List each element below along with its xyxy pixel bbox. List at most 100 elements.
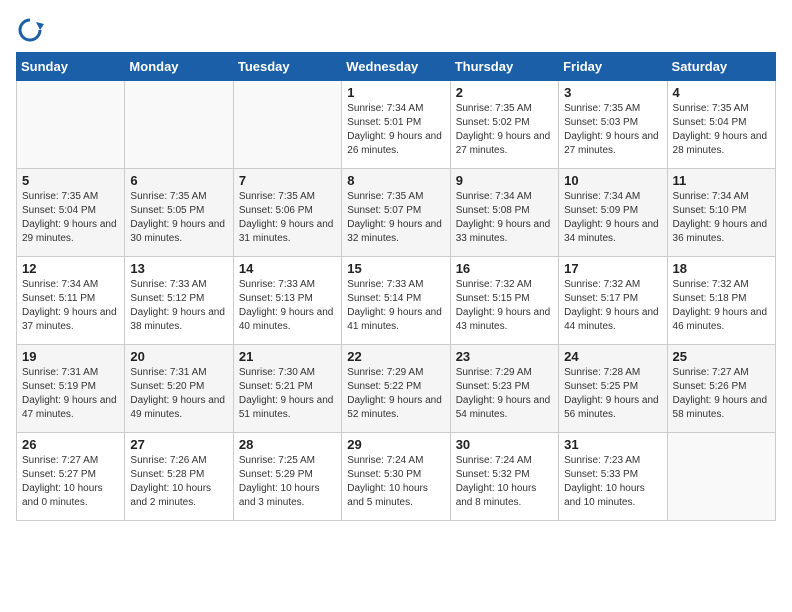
weekday-header: Wednesday	[342, 53, 450, 81]
day-number: 16	[456, 261, 553, 276]
calendar-cell: 6 Sunrise: 7:35 AM Sunset: 5:05 PM Daylig…	[125, 169, 233, 257]
calendar-week-row: 12Sunrise: 7:34 AM Sunset: 5:11 PM Dayli…	[17, 257, 776, 345]
day-number: 22	[347, 349, 444, 364]
cell-info: Sunrise: 7:32 AM Sunset: 5:15 PM Dayligh…	[456, 278, 553, 334]
calendar-cell: 29 Sunrise: 7:24 AM Sunset: 5:30 PM Dayli…	[342, 433, 450, 521]
calendar-cell: 14Sunrise: 7:33 AM Sunset: 5:13 PM Dayli…	[233, 257, 341, 345]
page-header	[16, 16, 776, 44]
day-number: 17	[564, 261, 661, 276]
cell-info: Sunrise: 7:35 AM Sunset: 5:02 PM Dayligh…	[456, 102, 553, 158]
cell-info: Sunrise: 7:32 AM Sunset: 5:17 PM Dayligh…	[564, 278, 661, 334]
cell-info: Sunrise: 7:32 AM Sunset: 5:18 PM Dayligh…	[673, 278, 770, 334]
cell-info: Sunrise: 7:30 AM Sunset: 5:21 PM Dayligh…	[239, 366, 336, 422]
calendar-cell: 11Sunrise: 7:34 AM Sunset: 5:10 PM Dayli…	[667, 169, 775, 257]
day-number: 4	[673, 85, 770, 100]
cell-info: Sunrise: 7:27 AM Sunset: 5:27 PM Dayligh…	[22, 454, 119, 510]
logo-icon	[16, 16, 44, 44]
cell-info: Sunrise: 7:33 AM Sunset: 5:14 PM Dayligh…	[347, 278, 444, 334]
calendar-cell: 9 Sunrise: 7:34 AM Sunset: 5:08 PM Daylig…	[450, 169, 558, 257]
weekday-header: Sunday	[17, 53, 125, 81]
calendar-week-row: 1 Sunrise: 7:34 AM Sunset: 5:01 PM Daylig…	[17, 81, 776, 169]
day-number: 27	[130, 437, 227, 452]
calendar-cell: 3 Sunrise: 7:35 AM Sunset: 5:03 PM Daylig…	[559, 81, 667, 169]
weekday-header: Tuesday	[233, 53, 341, 81]
weekday-header: Saturday	[667, 53, 775, 81]
day-number: 1	[347, 85, 444, 100]
calendar-cell	[233, 81, 341, 169]
day-number: 23	[456, 349, 553, 364]
weekday-header: Friday	[559, 53, 667, 81]
calendar-cell: 10 Sunrise: 7:34 AM Sunset: 5:09 PM Dayli…	[559, 169, 667, 257]
day-number: 13	[130, 261, 227, 276]
cell-info: Sunrise: 7:34 AM Sunset: 5:08 PM Dayligh…	[456, 190, 553, 246]
cell-info: Sunrise: 7:25 AM Sunset: 5:29 PM Dayligh…	[239, 454, 336, 510]
day-number: 21	[239, 349, 336, 364]
day-number: 3	[564, 85, 661, 100]
day-number: 2	[456, 85, 553, 100]
cell-info: Sunrise: 7:35 AM Sunset: 5:06 PM Dayligh…	[239, 190, 336, 246]
day-number: 15	[347, 261, 444, 276]
calendar-cell	[17, 81, 125, 169]
day-number: 19	[22, 349, 119, 364]
calendar-cell: 7 Sunrise: 7:35 AM Sunset: 5:06 PM Daylig…	[233, 169, 341, 257]
day-number: 9	[456, 173, 553, 188]
calendar-cell: 16 Sunrise: 7:32 AM Sunset: 5:15 PM Dayli…	[450, 257, 558, 345]
day-number: 10	[564, 173, 661, 188]
day-number: 6	[130, 173, 227, 188]
calendar-cell: 25 Sunrise: 7:27 AM Sunset: 5:26 PM Dayli…	[667, 345, 775, 433]
calendar-cell: 19 Sunrise: 7:31 AM Sunset: 5:19 PM Dayli…	[17, 345, 125, 433]
calendar-cell: 15 Sunrise: 7:33 AM Sunset: 5:14 PM Dayli…	[342, 257, 450, 345]
day-number: 24	[564, 349, 661, 364]
day-number: 20	[130, 349, 227, 364]
calendar-cell: 26 Sunrise: 7:27 AM Sunset: 5:27 PM Dayli…	[17, 433, 125, 521]
cell-info: Sunrise: 7:31 AM Sunset: 5:19 PM Dayligh…	[22, 366, 119, 422]
cell-info: Sunrise: 7:26 AM Sunset: 5:28 PM Dayligh…	[130, 454, 227, 510]
calendar-cell: 24 Sunrise: 7:28 AM Sunset: 5:25 PM Dayli…	[559, 345, 667, 433]
day-number: 25	[673, 349, 770, 364]
calendar-cell: 27 Sunrise: 7:26 AM Sunset: 5:28 PM Dayli…	[125, 433, 233, 521]
cell-info: Sunrise: 7:23 AM Sunset: 5:33 PM Dayligh…	[564, 454, 661, 510]
calendar-cell	[125, 81, 233, 169]
cell-info: Sunrise: 7:24 AM Sunset: 5:32 PM Dayligh…	[456, 454, 553, 510]
cell-info: Sunrise: 7:24 AM Sunset: 5:30 PM Dayligh…	[347, 454, 444, 510]
day-number: 8	[347, 173, 444, 188]
cell-info: Sunrise: 7:33 AM Sunset: 5:12 PM Dayligh…	[130, 278, 227, 334]
calendar-cell: 5Sunrise: 7:35 AM Sunset: 5:04 PM Daylig…	[17, 169, 125, 257]
calendar-week-row: 5Sunrise: 7:35 AM Sunset: 5:04 PM Daylig…	[17, 169, 776, 257]
day-number: 18	[673, 261, 770, 276]
cell-info: Sunrise: 7:35 AM Sunset: 5:04 PM Dayligh…	[673, 102, 770, 158]
calendar-cell: 28Sunrise: 7:25 AM Sunset: 5:29 PM Dayli…	[233, 433, 341, 521]
cell-info: Sunrise: 7:31 AM Sunset: 5:20 PM Dayligh…	[130, 366, 227, 422]
calendar-cell: 20 Sunrise: 7:31 AM Sunset: 5:20 PM Dayli…	[125, 345, 233, 433]
day-number: 26	[22, 437, 119, 452]
cell-info: Sunrise: 7:35 AM Sunset: 5:07 PM Dayligh…	[347, 190, 444, 246]
day-number: 7	[239, 173, 336, 188]
calendar-week-row: 19 Sunrise: 7:31 AM Sunset: 5:19 PM Dayli…	[17, 345, 776, 433]
cell-info: Sunrise: 7:35 AM Sunset: 5:04 PM Dayligh…	[22, 190, 119, 246]
logo	[16, 16, 48, 44]
cell-info: Sunrise: 7:35 AM Sunset: 5:03 PM Dayligh…	[564, 102, 661, 158]
cell-info: Sunrise: 7:34 AM Sunset: 5:11 PM Dayligh…	[22, 278, 119, 334]
calendar-cell	[667, 433, 775, 521]
cell-info: Sunrise: 7:29 AM Sunset: 5:22 PM Dayligh…	[347, 366, 444, 422]
day-number: 14	[239, 261, 336, 276]
day-number: 29	[347, 437, 444, 452]
weekday-header: Monday	[125, 53, 233, 81]
cell-info: Sunrise: 7:34 AM Sunset: 5:09 PM Dayligh…	[564, 190, 661, 246]
calendar-cell: 4 Sunrise: 7:35 AM Sunset: 5:04 PM Daylig…	[667, 81, 775, 169]
calendar-header: SundayMondayTuesdayWednesdayThursdayFrid…	[17, 53, 776, 81]
calendar-cell: 2 Sunrise: 7:35 AM Sunset: 5:02 PM Daylig…	[450, 81, 558, 169]
day-number: 11	[673, 173, 770, 188]
cell-info: Sunrise: 7:27 AM Sunset: 5:26 PM Dayligh…	[673, 366, 770, 422]
calendar-cell: 22 Sunrise: 7:29 AM Sunset: 5:22 PM Dayli…	[342, 345, 450, 433]
calendar-cell: 12Sunrise: 7:34 AM Sunset: 5:11 PM Dayli…	[17, 257, 125, 345]
cell-info: Sunrise: 7:35 AM Sunset: 5:05 PM Dayligh…	[130, 190, 227, 246]
cell-info: Sunrise: 7:34 AM Sunset: 5:01 PM Dayligh…	[347, 102, 444, 158]
calendar-cell: 17 Sunrise: 7:32 AM Sunset: 5:17 PM Dayli…	[559, 257, 667, 345]
calendar-week-row: 26 Sunrise: 7:27 AM Sunset: 5:27 PM Dayli…	[17, 433, 776, 521]
calendar-cell: 31Sunrise: 7:23 AM Sunset: 5:33 PM Dayli…	[559, 433, 667, 521]
cell-info: Sunrise: 7:28 AM Sunset: 5:25 PM Dayligh…	[564, 366, 661, 422]
calendar-cell: 30Sunrise: 7:24 AM Sunset: 5:32 PM Dayli…	[450, 433, 558, 521]
calendar-cell: 8 Sunrise: 7:35 AM Sunset: 5:07 PM Daylig…	[342, 169, 450, 257]
calendar-cell: 23Sunrise: 7:29 AM Sunset: 5:23 PM Dayli…	[450, 345, 558, 433]
